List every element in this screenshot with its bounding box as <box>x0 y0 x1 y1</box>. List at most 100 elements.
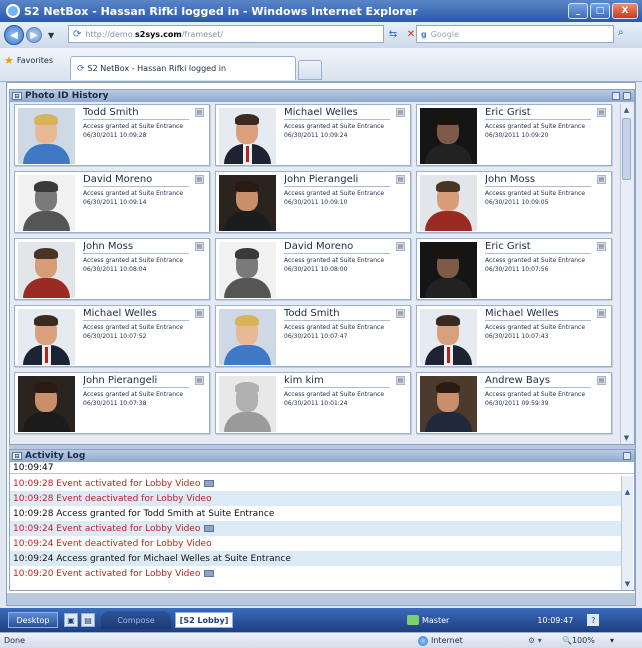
browser-tab[interactable]: ⟳ S2 NetBox - Hassan Rifki logged in <box>70 56 296 80</box>
panel-close-icon[interactable] <box>623 92 631 100</box>
access-timestamp: 06/30/2011 10:07:47 <box>284 333 348 340</box>
card-detail-icon[interactable]: ▤ <box>396 242 405 251</box>
scroll-down-icon[interactable]: ▼ <box>621 432 632 444</box>
log-entry: 10:09:20 Event activated for Lobby Video <box>10 566 622 581</box>
log-panel-header: ⊟ Activity Log <box>10 450 634 462</box>
photo-card[interactable]: Michael Welles ▤ Access granted at Suite E… <box>215 104 411 166</box>
card-detail-icon[interactable]: ▤ <box>195 376 204 385</box>
zoom-dropdown-icon[interactable]: ▾ <box>610 636 620 645</box>
security-zone[interactable]: Internet <box>418 635 528 646</box>
scroll-up-icon[interactable]: ▲ <box>621 104 632 116</box>
card-detail-icon[interactable]: ▤ <box>597 175 606 184</box>
favorites-bar: ★ Favorites ⟳ S2 NetBox - Hassan Rifki l… <box>0 48 642 82</box>
photo-panel-title: Photo ID History <box>25 91 109 101</box>
access-description: Access granted at Suite Entrance <box>83 257 184 264</box>
maximize-button[interactable]: □ <box>590 3 610 19</box>
log-scrollbar[interactable]: ▲ ▼ <box>621 476 633 590</box>
card-detail-icon[interactable]: ▤ <box>396 309 405 318</box>
card-detail-icon[interactable]: ▤ <box>195 108 204 117</box>
minimize-button[interactable]: _ <box>568 3 588 19</box>
photo-card[interactable]: Todd Smith ▤ Access granted at Suite Entra… <box>215 305 411 367</box>
card-detail-icon[interactable]: ▤ <box>195 242 204 251</box>
protected-mode-icon[interactable]: ⚙ ▾ <box>528 636 562 645</box>
photo-card[interactable]: Eric Grist ▤ Access granted at Suite Entra… <box>416 104 612 166</box>
person-name: Todd Smith <box>83 107 189 120</box>
search-icon[interactable]: ⌕ <box>618 27 624 38</box>
photo-card[interactable]: John Pierangeli ▤ Access granted at Suite … <box>14 372 210 434</box>
panel-restore-icon[interactable] <box>612 92 620 100</box>
log-scroll-down-icon[interactable]: ▼ <box>622 578 633 590</box>
photo-card[interactable]: David Moreno ▤ Access granted at Suite Ent… <box>14 171 210 233</box>
person-name: John Pierangeli <box>83 375 189 388</box>
s2-lobby-tab[interactable]: [S2 Lobby] <box>175 612 233 628</box>
log-entry-text: 10:09:20 Event activated for Lobby Video <box>13 568 201 579</box>
camera-icon[interactable] <box>204 525 215 532</box>
camera-icon[interactable] <box>204 480 215 487</box>
card-detail-icon[interactable]: ▤ <box>195 175 204 184</box>
access-timestamp: 06/30/2011 10:07:43 <box>485 333 549 340</box>
photo-card[interactable]: Todd Smith ▤ Access granted at Suite Entra… <box>14 104 210 166</box>
camera-icon[interactable] <box>204 570 215 577</box>
back-button[interactable]: ◀ <box>4 25 24 45</box>
help-button[interactable]: ? <box>587 614 600 626</box>
log-panel-close-icon[interactable] <box>623 452 631 460</box>
compose-button[interactable]: Compose <box>101 611 171 629</box>
address-bar[interactable]: ⟳ http://demo. s2sys.com/frameset/ <box>68 25 384 43</box>
person-photo <box>219 175 276 231</box>
window-icon[interactable]: ▤ <box>81 613 95 627</box>
log-entry-text: 10:09:28 Event deactivated for Lobby Vid… <box>13 493 212 504</box>
person-name: John Moss <box>83 241 189 254</box>
access-timestamp: 06/30/2011 10:07:52 <box>83 333 147 340</box>
log-entry: 10:09:24 Event deactivated for Lobby Vid… <box>10 536 622 551</box>
photo-card[interactable]: kim kim ▤ Access granted at Suite Entrance… <box>215 372 411 434</box>
photo-card[interactable]: Michael Welles ▤ Access granted at Suite E… <box>416 305 612 367</box>
desktop-button[interactable]: Desktop <box>8 612 58 628</box>
access-timestamp: 06/30/2011 10:09:05 <box>485 199 549 206</box>
address-host: s2sys.com <box>135 29 182 39</box>
favorites-button[interactable]: ★ Favorites <box>4 54 70 67</box>
refresh-icon[interactable]: ⇆ <box>386 26 400 42</box>
access-timestamp: 06/30/2011 10:09:28 <box>83 132 147 139</box>
card-detail-icon[interactable]: ▤ <box>597 108 606 117</box>
person-name: Michael Welles <box>83 308 189 321</box>
address-suffix: /frameset/ <box>181 29 224 39</box>
new-tab-button[interactable] <box>298 60 322 80</box>
access-description: Access granted at Suite Entrance <box>83 391 184 398</box>
globe-icon <box>418 635 428 646</box>
photo-card[interactable]: John Pierangeli ▤ Access granted at Suite … <box>215 171 411 233</box>
tab-page-icon: ⟳ <box>77 63 85 74</box>
person-photo <box>219 108 276 164</box>
card-detail-icon[interactable]: ▤ <box>597 309 606 318</box>
access-description: Access granted at Suite Entrance <box>284 257 385 264</box>
photo-card[interactable]: John Moss ▤ Access granted at Suite Entran… <box>14 238 210 300</box>
log-scroll-up-icon[interactable]: ▲ <box>622 486 633 498</box>
photo-card[interactable]: Michael Welles ▤ Access granted at Suite E… <box>14 305 210 367</box>
log-collapse-icon[interactable]: ⊟ <box>12 452 22 460</box>
photo-card[interactable]: Eric Grist ▤ Access granted at Suite Entra… <box>416 238 612 300</box>
photo-scrollbar[interactable]: ▲ ▼ <box>620 104 632 444</box>
access-timestamp: 06/30/2011 10:07:38 <box>83 400 147 407</box>
scroll-thumb[interactable] <box>622 118 631 180</box>
person-photo <box>219 309 276 365</box>
forward-button[interactable]: ▶ <box>26 27 42 43</box>
log-entry-text: 10:09:28 Event activated for Lobby Video <box>13 478 201 489</box>
card-detail-icon[interactable]: ▤ <box>396 108 405 117</box>
person-photo <box>18 242 75 298</box>
person-photo <box>18 175 75 231</box>
close-button[interactable]: X <box>612 3 638 19</box>
history-dropdown-icon[interactable]: ▼ <box>48 31 54 40</box>
photo-card[interactable]: John Moss ▤ Access granted at Suite Entran… <box>416 171 612 233</box>
card-detail-icon[interactable]: ▤ <box>396 376 405 385</box>
card-detail-icon[interactable]: ▤ <box>195 309 204 318</box>
photo-card[interactable]: David Moreno ▤ Access granted at Suite Ent… <box>215 238 411 300</box>
search-field[interactable]: g Google <box>416 25 614 43</box>
card-detail-icon[interactable]: ▤ <box>396 175 405 184</box>
window-controls: _ □ X <box>568 3 638 19</box>
card-detail-icon[interactable]: ▤ <box>597 242 606 251</box>
monitor-icon[interactable]: ▣ <box>64 613 78 627</box>
zoom-control[interactable]: 🔍100% <box>562 636 610 645</box>
photo-card[interactable]: Andrew Bays ▤ Access granted at Suite Entr… <box>416 372 612 434</box>
panel-collapse-icon[interactable]: ⊟ <box>12 92 22 100</box>
master-status[interactable]: Master <box>407 615 449 625</box>
card-detail-icon[interactable]: ▤ <box>597 376 606 385</box>
